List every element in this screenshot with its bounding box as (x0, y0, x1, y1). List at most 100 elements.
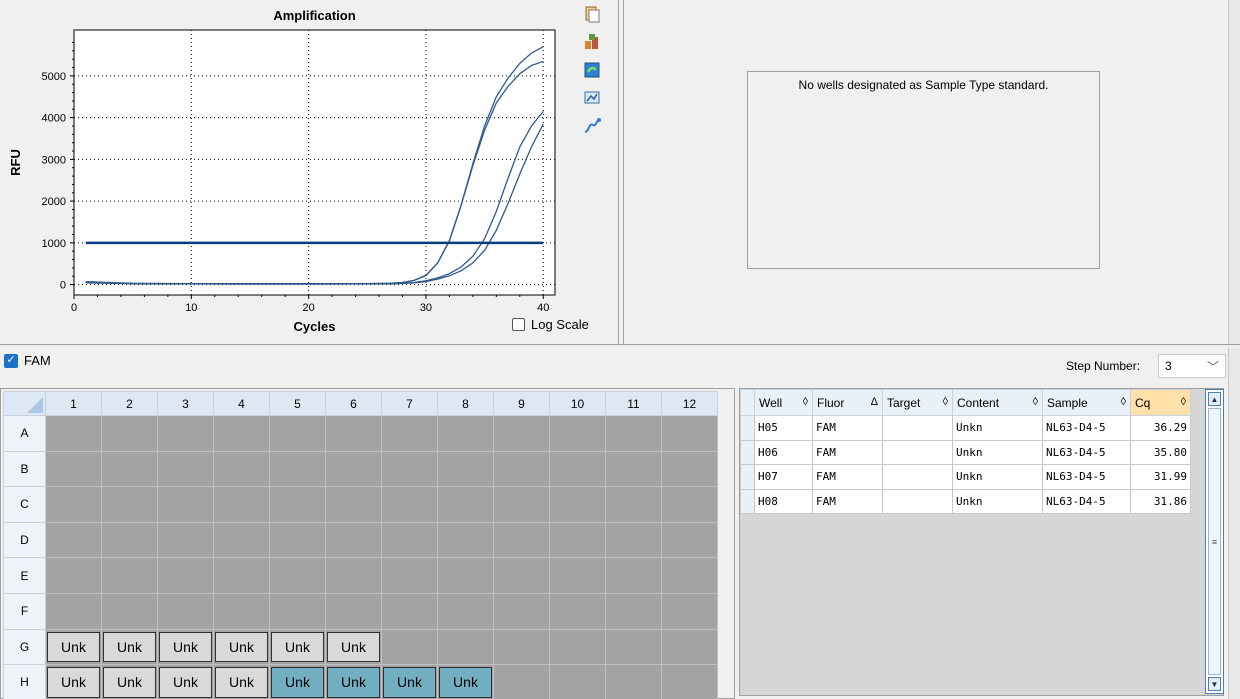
plate-well-empty[interactable] (157, 450, 214, 488)
table-cell[interactable]: H08 (754, 488, 813, 514)
plate-well-empty[interactable] (661, 450, 718, 488)
plate-row-header[interactable]: A (3, 415, 46, 452)
plate-well-empty[interactable] (549, 557, 606, 594)
plate-column-header[interactable]: 10 (549, 391, 606, 416)
plate-well-empty[interactable] (605, 628, 662, 666)
table-cell[interactable]: 31.86 (1130, 488, 1191, 514)
plate-well-empty[interactable] (213, 592, 270, 630)
plate-well-empty[interactable] (381, 557, 438, 594)
plate-well-empty[interactable] (213, 486, 270, 523)
plate-well-empty[interactable] (661, 415, 718, 452)
plate-well-empty[interactable] (437, 486, 494, 523)
well-g2[interactable]: Unk (103, 631, 156, 663)
fam-checkbox[interactable]: ✓ (4, 353, 18, 368)
sort-icon[interactable]: ◊ (1033, 396, 1038, 408)
table-row[interactable]: H08 FAM Unkn NL63-D4-5 31.86 (740, 488, 1191, 514)
plate-well-empty[interactable] (605, 557, 662, 594)
plate-well-empty[interactable] (381, 592, 438, 630)
plate-well-empty[interactable] (157, 415, 214, 452)
plate-well-empty[interactable] (605, 415, 662, 452)
plate-column-header[interactable]: 11 (605, 391, 662, 416)
plate-well-empty[interactable] (493, 664, 550, 699)
export-icon[interactable] (580, 30, 604, 54)
table-row[interactable]: H05 FAM Unkn NL63-D4-5 36.29 (740, 415, 1191, 441)
results-column-header[interactable]: Cq ◊ (1130, 389, 1191, 416)
plate-well-empty[interactable] (157, 486, 214, 523)
plate-well[interactable]: Unk (45, 664, 102, 699)
table-cell[interactable]: H05 (754, 415, 813, 441)
plate-column-header[interactable]: 5 (269, 391, 326, 416)
plate-well-empty[interactable] (437, 557, 494, 594)
plate-well-empty[interactable] (213, 521, 270, 559)
sort-icon[interactable]: ◊ (1181, 396, 1186, 408)
plate-column-header[interactable]: 9 (493, 391, 550, 416)
plate-well-empty[interactable] (493, 628, 550, 666)
table-cell[interactable] (882, 439, 953, 465)
table-cell[interactable] (882, 415, 953, 441)
plate-well[interactable]: Unk (325, 664, 382, 699)
results-column-header[interactable]: Fluor Δ (812, 389, 883, 416)
well-g4[interactable]: Unk (215, 631, 268, 663)
plate-well-empty[interactable] (213, 415, 270, 452)
plate-row-header[interactable]: D (3, 521, 46, 559)
plate-row-header[interactable]: E (3, 557, 46, 594)
plate-well-empty[interactable] (381, 450, 438, 488)
table-cell[interactable]: 31.99 (1130, 464, 1191, 490)
refresh-icon[interactable] (580, 58, 604, 82)
plate-well-empty[interactable] (325, 415, 382, 452)
plate-well[interactable]: Unk (381, 664, 438, 699)
well-g6[interactable]: Unk (327, 631, 380, 663)
plate-well-empty[interactable] (493, 486, 550, 523)
plate-column-header[interactable]: 8 (437, 391, 494, 416)
plate-well-empty[interactable] (325, 592, 382, 630)
plate-well-empty[interactable] (549, 415, 606, 452)
sort-icon[interactable]: ◊ (943, 396, 948, 408)
log-scale-checkbox[interactable] (512, 318, 525, 331)
results-column-header[interactable]: Target ◊ (882, 389, 953, 416)
plate-well-empty[interactable] (101, 486, 158, 523)
plate-well[interactable]: Unk (269, 628, 326, 666)
table-cell[interactable]: 35.80 (1130, 439, 1191, 465)
plate-well-empty[interactable] (45, 486, 102, 523)
results-column-header[interactable]: Content ◊ (952, 389, 1043, 416)
table-cell[interactable]: NL63-D4-5 (1042, 415, 1131, 441)
plate-well-empty[interactable] (269, 521, 326, 559)
plate-well-empty[interactable] (157, 521, 214, 559)
plate-well-empty[interactable] (661, 557, 718, 594)
plate-well-empty[interactable] (101, 415, 158, 452)
results-scrollbar[interactable]: ▲ ≡ ▼ (1205, 389, 1224, 694)
table-cell[interactable]: FAM (812, 415, 883, 441)
plate-well-empty[interactable] (45, 450, 102, 488)
plate-well[interactable]: Unk (269, 664, 326, 699)
plate-well-empty[interactable] (157, 557, 214, 594)
plate-well-empty[interactable] (325, 486, 382, 523)
plate-well[interactable]: Unk (437, 664, 494, 699)
plate-well-empty[interactable] (101, 450, 158, 488)
fam-toggle[interactable]: ✓ FAM (4, 353, 51, 368)
plate-well[interactable]: Unk (45, 628, 102, 666)
plate-well-empty[interactable] (549, 628, 606, 666)
table-cell[interactable]: NL63-D4-5 (1042, 439, 1131, 465)
plate-well-empty[interactable] (549, 664, 606, 699)
plate-well[interactable]: Unk (213, 628, 270, 666)
step-number-select[interactable]: 3 ﹀ (1158, 354, 1226, 378)
table-cell[interactable]: Unkn (952, 488, 1043, 514)
plate-well-empty[interactable] (269, 592, 326, 630)
plate-well-empty[interactable] (269, 486, 326, 523)
table-cell[interactable] (882, 464, 953, 490)
plate-well-empty[interactable] (437, 450, 494, 488)
sort-icon[interactable]: Δ (871, 396, 878, 408)
table-cell[interactable]: FAM (812, 464, 883, 490)
well-h8[interactable]: Unk (439, 667, 492, 698)
plate-well[interactable]: Unk (325, 628, 382, 666)
plate-well-empty[interactable] (45, 415, 102, 452)
plate-well-empty[interactable] (605, 521, 662, 559)
plate-well-empty[interactable] (45, 557, 102, 594)
plate-well-empty[interactable] (381, 415, 438, 452)
plate-well[interactable]: Unk (101, 664, 158, 699)
plate-well-empty[interactable] (493, 450, 550, 488)
well-h2[interactable]: Unk (103, 667, 156, 698)
plate-column-header[interactable]: 6 (325, 391, 382, 416)
chart-options-icon[interactable] (580, 86, 604, 110)
plate-row-header[interactable]: H (3, 664, 46, 699)
